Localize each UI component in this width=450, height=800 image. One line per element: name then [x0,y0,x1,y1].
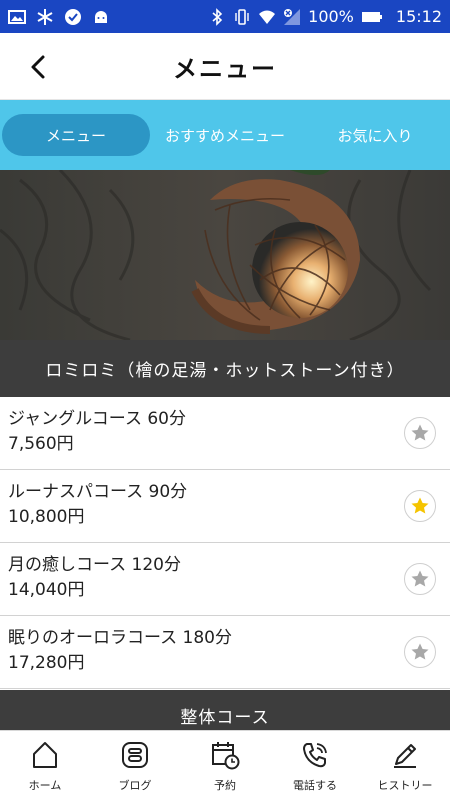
course-name: ジャングルコース 60分 [8,409,186,429]
image-icon [8,9,26,24]
course-price: 7,560円 [8,434,74,454]
nav-reservation[interactable]: 予約 [180,731,270,800]
bottom-nav: ホーム ブログ 予約 電話する ヒストリー [0,730,450,800]
star-icon [411,424,429,441]
next-category-header: 整体コース [0,690,450,730]
nav-label: ブログ [118,779,152,792]
rattan-moon-lamp-photo [0,170,450,340]
course-price: 10,800円 [8,507,85,527]
course-name: ルーナスパコース 90分 [8,482,188,502]
phone-icon [303,743,327,768]
favorite-button[interactable] [404,490,436,522]
course-item[interactable]: ジャングルコース 60分 7,560円 [0,397,450,470]
status-bar: 100% 15:12 [0,0,450,33]
status-time: 15:12 [395,7,442,26]
page-title: メニュー [173,54,277,83]
course-list: ジャングルコース 60分 7,560円 ルーナスパコース 90分 10,800円… [0,397,450,689]
star-filled-icon [411,497,429,514]
android-icon [95,10,107,23]
chevron-left-icon [31,55,45,79]
pencil-icon [394,744,416,768]
tab-menu[interactable]: メニュー [2,114,150,156]
nav-history[interactable]: ヒストリー [360,731,450,800]
hero-image [0,170,450,340]
favorite-button[interactable] [404,563,436,595]
vibrate-icon [235,8,249,25]
course-item[interactable]: 月の癒しコース 120分 14,040円 [0,543,450,616]
course-price: 17,280円 [8,653,85,673]
wifi-icon [259,10,276,24]
back-button[interactable] [18,47,58,87]
tab-recommended-menu[interactable]: おすすめメニュー [150,114,300,156]
course-item[interactable]: 眠りのオーロラコース 180分 17,280円 [0,616,450,689]
snowflake-icon [37,8,53,25]
signal-icon [284,8,301,25]
nav-blog[interactable]: ブログ [90,731,180,800]
tab-favorites[interactable]: お気に入り [300,114,450,156]
nav-label: 電話する [293,779,337,792]
blog-icon [122,742,148,768]
bluetooth-icon [212,7,223,26]
calendar-clock-icon [212,742,240,770]
nav-home[interactable]: ホーム [0,731,90,800]
course-name: 月の癒しコース 120分 [8,555,182,575]
battery-percent: 100% [308,7,354,26]
battery-icon [361,11,382,22]
home-icon [33,742,57,768]
favorite-button[interactable] [404,636,436,668]
favorite-button[interactable] [404,417,436,449]
nav-label: ヒストリー [377,779,433,792]
app-header: メニュー [0,33,450,100]
star-icon [411,570,429,587]
tab-bar: メニュー おすすめメニュー お気に入り [0,100,450,170]
course-price: 14,040円 [8,580,85,600]
nav-call[interactable]: 電話する [270,731,360,800]
nav-label: ホーム [28,779,62,792]
nav-label: 予約 [214,779,236,792]
check-circle-icon [65,8,81,25]
course-name: 眠りのオーロラコース 180分 [8,628,233,648]
category-header: ロミロミ（檜の足湯・ホットストーン付き） [0,340,450,397]
star-icon [411,643,429,660]
course-item[interactable]: ルーナスパコース 90分 10,800円 [0,470,450,543]
